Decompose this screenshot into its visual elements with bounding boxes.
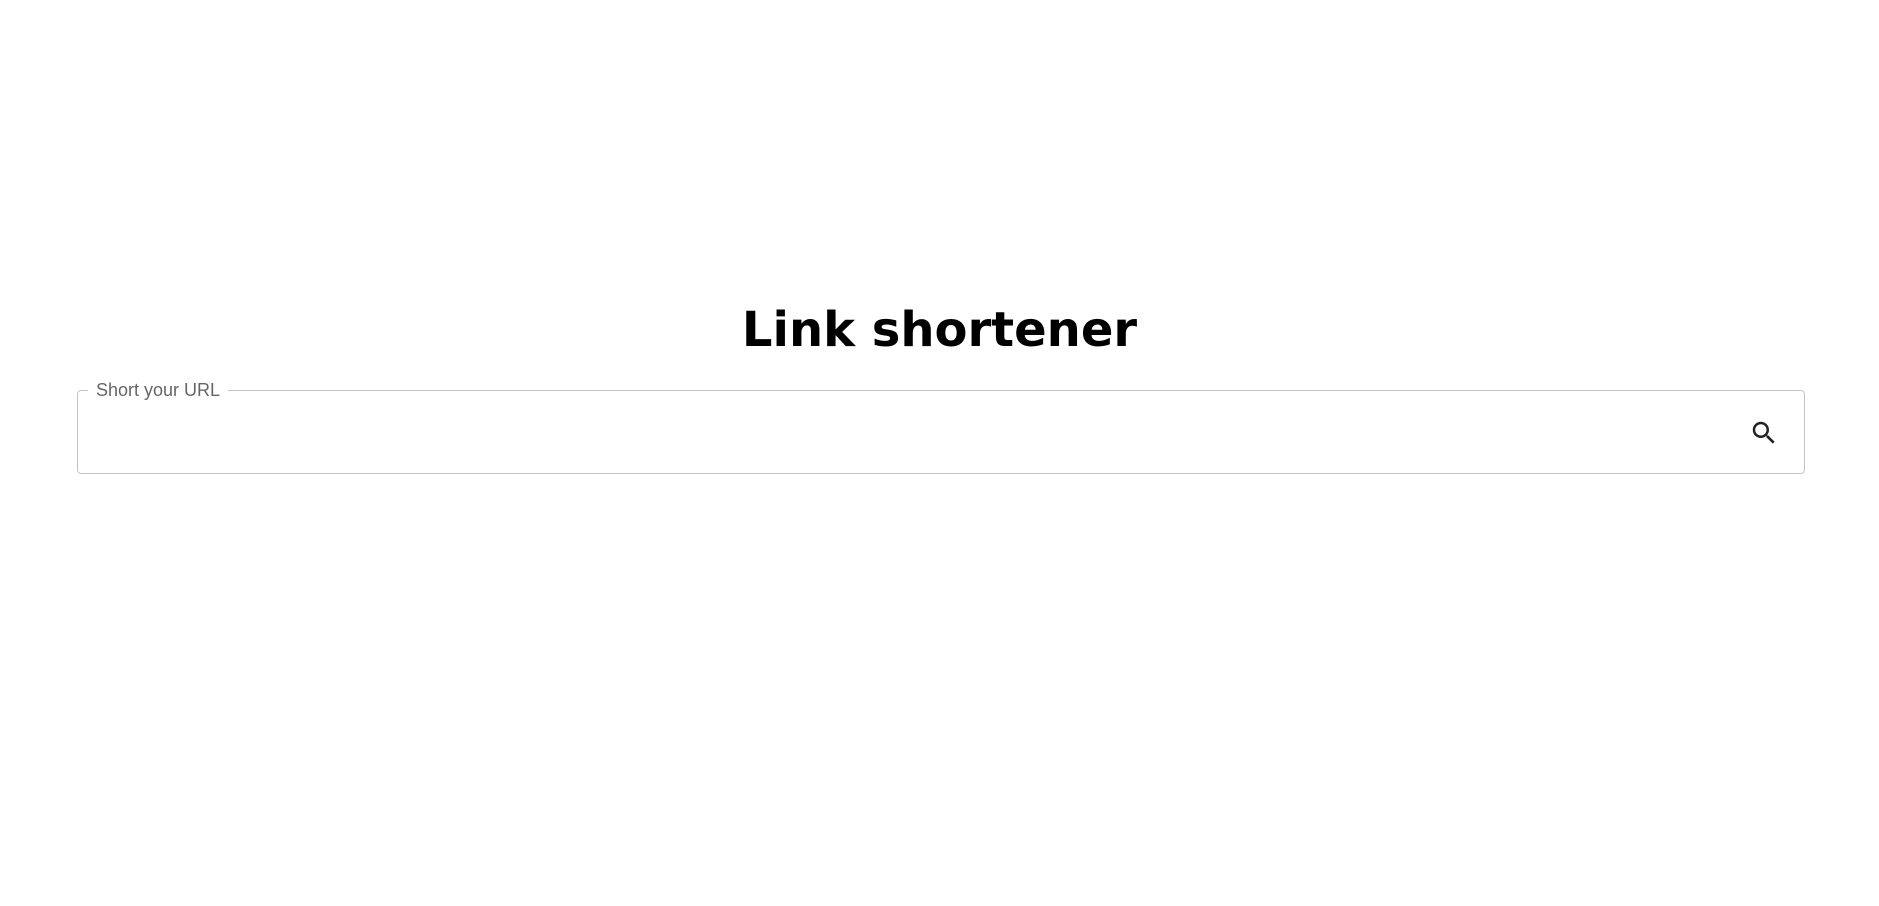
url-input[interactable] <box>98 411 1698 453</box>
url-field[interactable]: Short your URL <box>77 380 1805 474</box>
search-button[interactable] <box>1742 411 1786 455</box>
page-title: Link shortener <box>741 302 1138 358</box>
url-field-label: Short your URL <box>88 380 229 400</box>
search-icon <box>1749 418 1779 448</box>
